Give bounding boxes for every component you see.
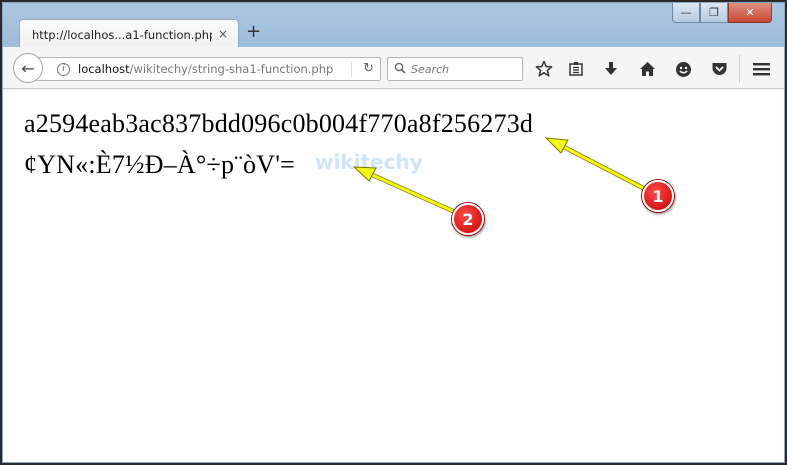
reading-list-icon[interactable] [564,57,588,81]
page-content: a2594eab3ac837bdd096c0b004f770a8f256273d… [3,90,784,462]
back-button[interactable]: ← [13,53,43,83]
search-icon [394,62,406,77]
url-bar[interactable]: i localhost /wikitechy/string-sha1-funct… [33,57,381,81]
home-icon[interactable] [635,57,659,81]
pocket-icon[interactable] [707,57,731,81]
tab-strip: http://localhos...a1-function.php × + — … [3,3,784,49]
restore-button[interactable]: ❐ [700,3,728,23]
navigation-bar: ← i localhost /wikitechy/string-sha1-fun… [3,47,784,89]
browser-window: http://localhos...a1-function.php × + — … [2,2,785,463]
url-divider [351,61,352,77]
minimize-button[interactable]: — [672,3,700,23]
hello-icon[interactable] [671,57,695,81]
url-path: /wikitechy/string-sha1-function.php [129,62,334,76]
reload-icon[interactable]: ↻ [363,61,374,76]
tab-title: http://localhos...a1-function.php [32,27,212,42]
url-host: localhost [78,62,130,76]
annotation-badge-1: 1 [642,180,674,212]
download-icon[interactable] [599,57,623,81]
annotation-badge-2: 2 [452,203,484,235]
star-icon[interactable] [532,57,556,81]
wikitechy-watermark: wikitechy [315,150,423,174]
toolbar-divider [739,55,740,83]
search-input[interactable]: Search [387,57,523,81]
new-tab-button[interactable]: + [246,23,261,41]
window-controls: — ❐ ✕ [672,3,772,23]
info-icon[interactable]: i [57,62,70,76]
close-window-button[interactable]: ✕ [728,3,772,23]
sha1-hex-output: a2594eab3ac837bdd096c0b004f770a8f256273d [24,109,534,138]
menu-icon[interactable] [749,57,773,81]
search-placeholder: Search [411,62,450,76]
tab-active[interactable]: http://localhos...a1-function.php × [19,19,239,49]
tab-close-icon[interactable]: × [218,27,228,41]
screenshot-frame: http://localhos...a1-function.php × + — … [0,0,787,465]
sha1-raw-output: ¢YN«:È7½Ð–À°÷p¨òV'= [24,150,295,179]
